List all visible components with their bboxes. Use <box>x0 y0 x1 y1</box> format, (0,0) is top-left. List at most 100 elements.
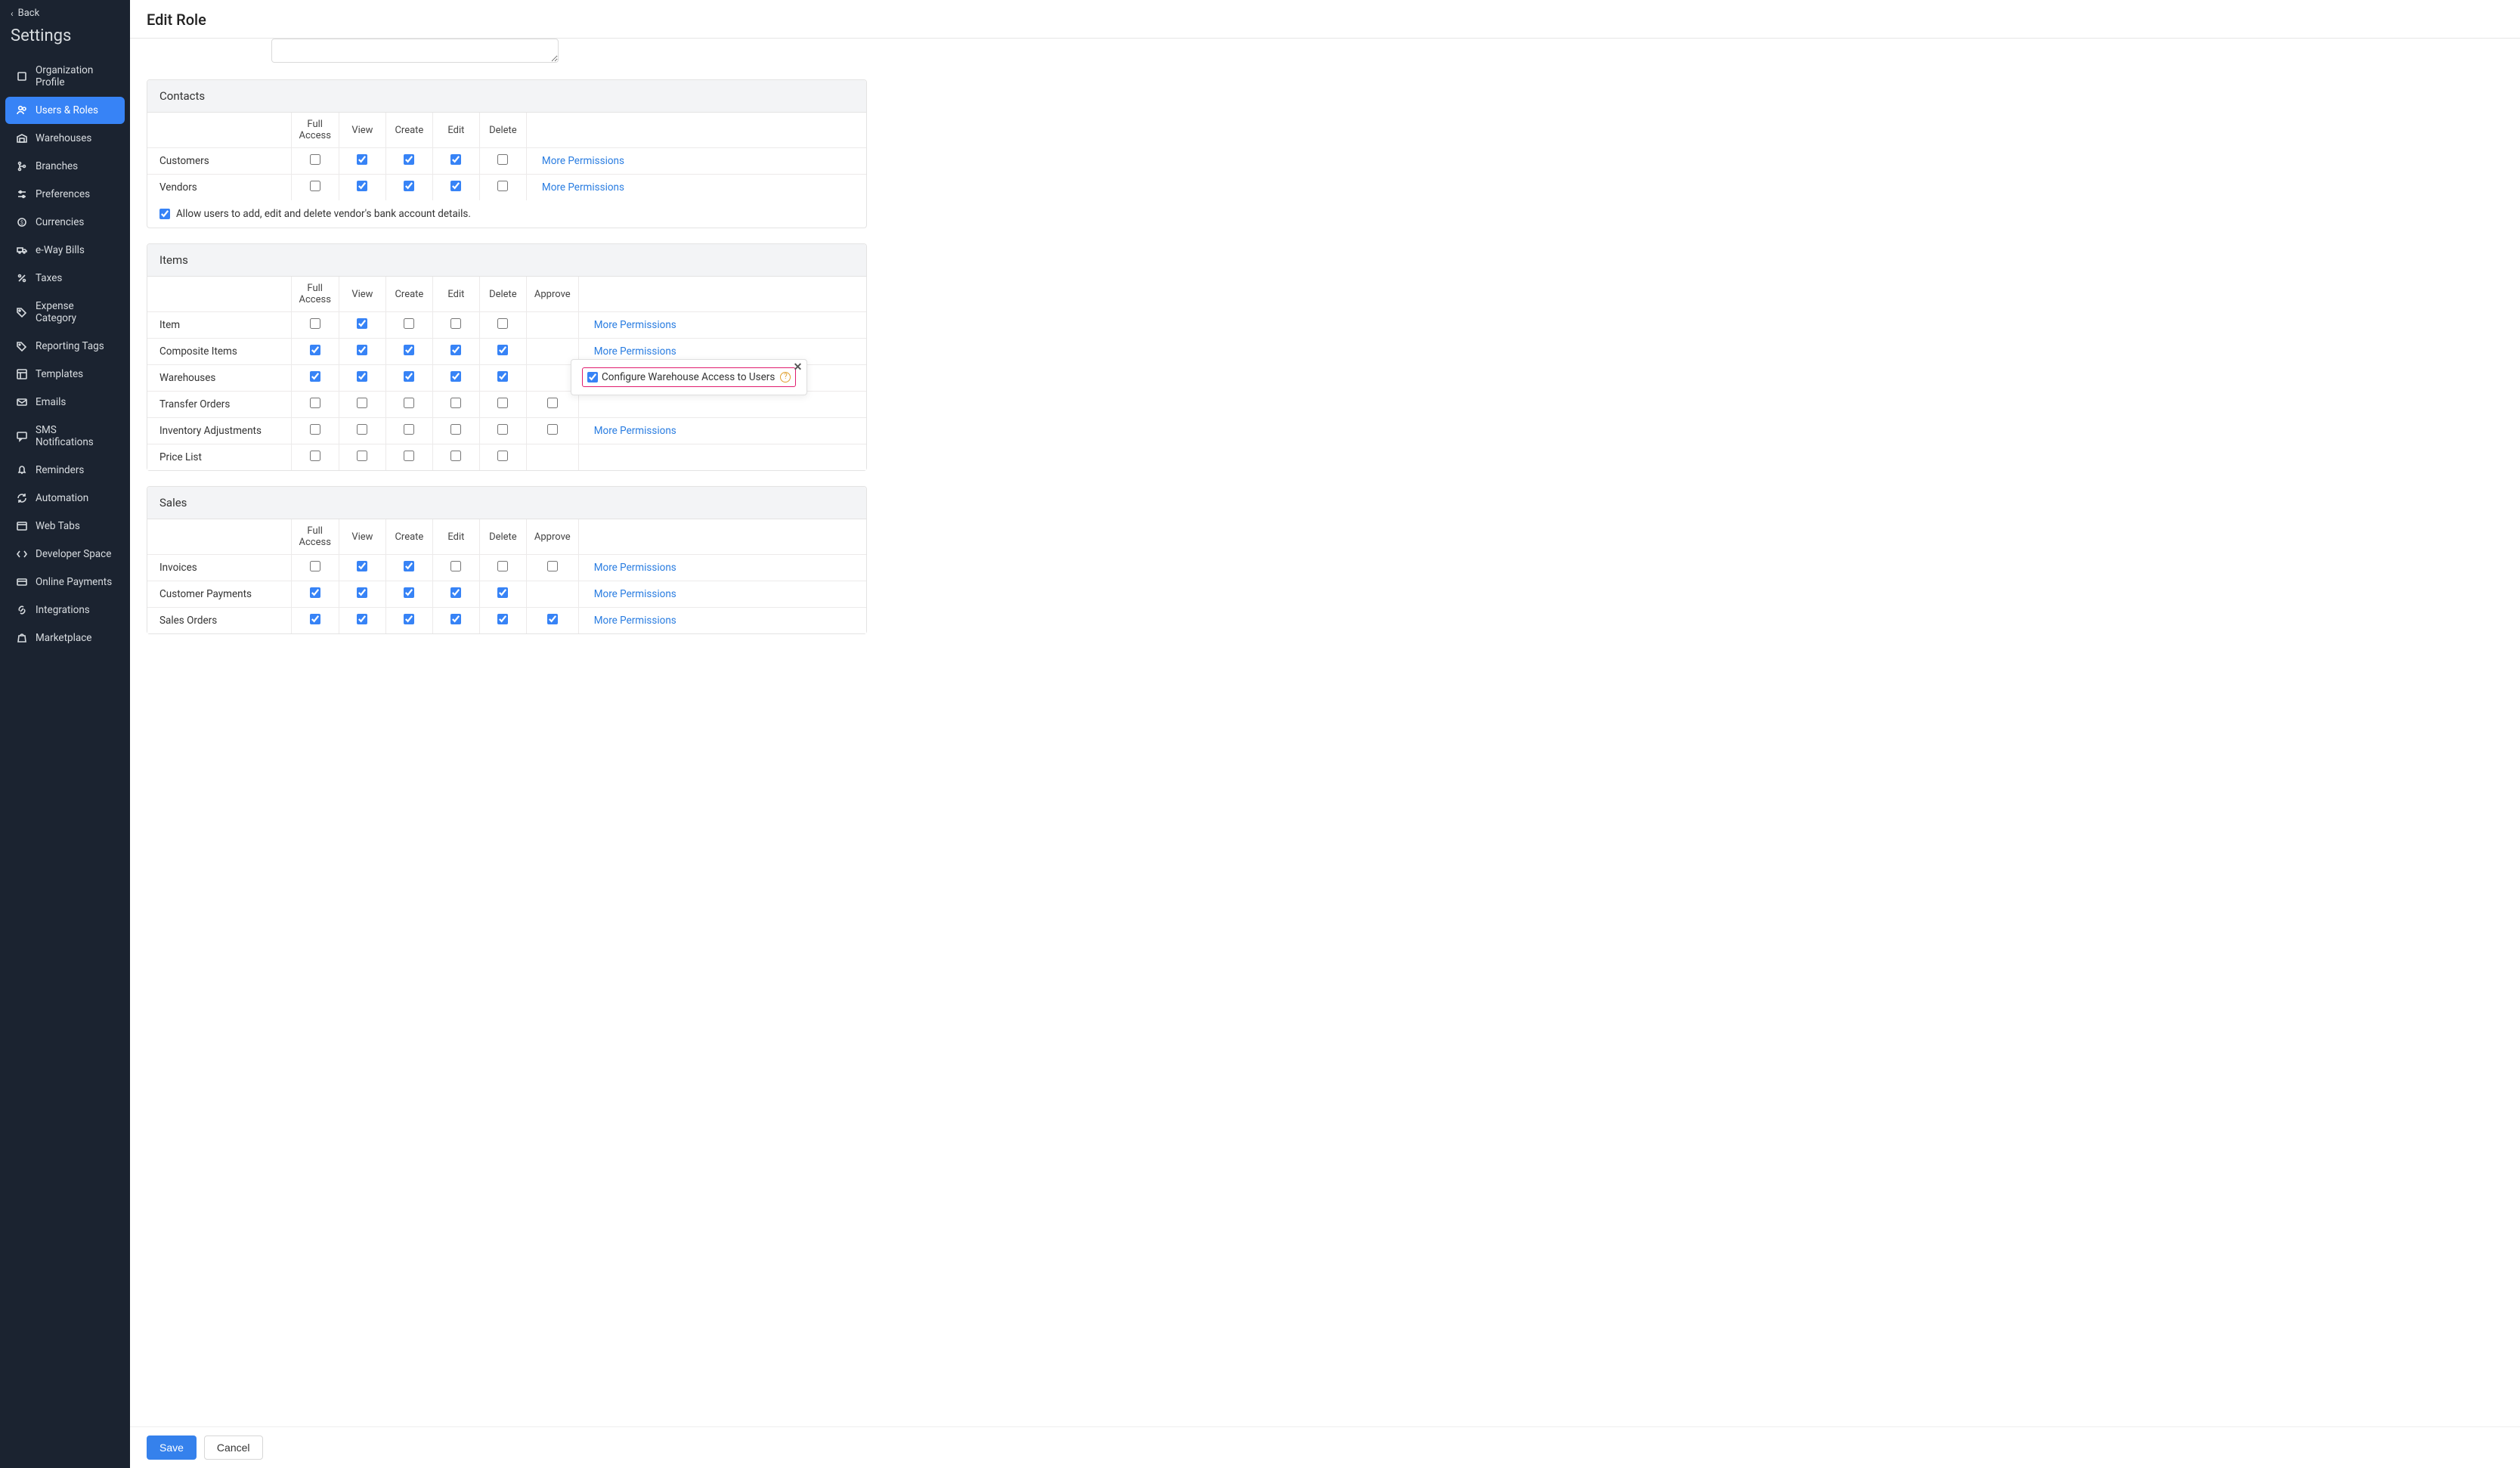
sidebar-item-online-payments[interactable]: Online Payments <box>5 568 125 596</box>
sidebar-item-integrations[interactable]: Integrations <box>5 596 125 624</box>
help-icon[interactable]: ? <box>780 372 791 382</box>
edit-checkbox[interactable] <box>450 424 461 435</box>
create-checkbox[interactable] <box>404 371 414 382</box>
full-checkbox[interactable] <box>310 561 320 571</box>
view-checkbox[interactable] <box>357 451 367 461</box>
create-checkbox[interactable] <box>404 561 414 571</box>
create-checkbox[interactable] <box>404 451 414 461</box>
view-checkbox[interactable] <box>357 371 367 382</box>
sidebar-item-web-tabs[interactable]: Web Tabs <box>5 513 125 540</box>
save-button[interactable]: Save <box>147 1435 197 1460</box>
full-checkbox[interactable] <box>310 154 320 165</box>
view-checkbox[interactable] <box>357 587 367 598</box>
more-permissions-link[interactable]: More Permissions <box>594 319 676 331</box>
delete-checkbox[interactable] <box>497 154 508 165</box>
full-checkbox[interactable] <box>310 345 320 355</box>
sidebar-item-preferences[interactable]: Preferences <box>5 181 125 208</box>
view-checkbox[interactable] <box>357 154 367 165</box>
view-checkbox[interactable] <box>357 345 367 355</box>
edit-checkbox[interactable] <box>450 318 461 329</box>
full-checkbox[interactable] <box>310 614 320 624</box>
delete-checkbox[interactable] <box>497 451 508 461</box>
view-checkbox[interactable] <box>357 424 367 435</box>
sidebar-item-eway-bills[interactable]: e-Way Bills <box>5 237 125 264</box>
sidebar-item-currencies[interactable]: $Currencies <box>5 209 125 236</box>
view-checkbox[interactable] <box>357 318 367 329</box>
approve-checkbox[interactable] <box>547 424 558 435</box>
close-icon[interactable]: ✕ <box>794 361 803 373</box>
full-checkbox[interactable] <box>310 587 320 598</box>
approve-checkbox[interactable] <box>547 561 558 571</box>
sidebar-item-organization-profile[interactable]: Organization Profile <box>5 57 125 96</box>
delete-checkbox[interactable] <box>497 424 508 435</box>
create-cell <box>385 555 432 581</box>
approve-checkbox[interactable] <box>547 614 558 624</box>
edit-checkbox[interactable] <box>450 371 461 382</box>
create-checkbox[interactable] <box>404 614 414 624</box>
more-permissions-link[interactable]: More Permissions <box>594 425 676 437</box>
more-permissions-link[interactable]: More Permissions <box>542 155 624 167</box>
delete-checkbox[interactable] <box>497 398 508 408</box>
create-checkbox[interactable] <box>404 424 414 435</box>
view-checkbox[interactable] <box>357 561 367 571</box>
create-checkbox[interactable] <box>404 181 414 191</box>
sidebar-item-reporting-tags[interactable]: Reporting Tags <box>5 333 125 360</box>
delete-checkbox[interactable] <box>497 614 508 624</box>
edit-checkbox[interactable] <box>450 587 461 598</box>
more-permissions-link[interactable]: More Permissions <box>594 588 676 600</box>
sidebar-item-templates[interactable]: Templates <box>5 361 125 388</box>
role-description-input[interactable] <box>271 39 559 63</box>
create-checkbox[interactable] <box>404 318 414 329</box>
delete-checkbox[interactable] <box>497 561 508 571</box>
approve-checkbox[interactable] <box>547 398 558 408</box>
sidebar-item-branches[interactable]: Branches <box>5 153 125 180</box>
edit-checkbox[interactable] <box>450 181 461 191</box>
delete-checkbox[interactable] <box>497 181 508 191</box>
full-checkbox[interactable] <box>310 424 320 435</box>
delete-checkbox[interactable] <box>497 587 508 598</box>
back-link[interactable]: ‹ Back <box>0 0 130 23</box>
sidebar-item-automation[interactable]: Automation <box>5 485 125 512</box>
full-checkbox[interactable] <box>310 371 320 382</box>
full-checkbox[interactable] <box>310 318 320 329</box>
create-checkbox[interactable] <box>404 345 414 355</box>
sidebar-item-reminders[interactable]: Reminders <box>5 457 125 484</box>
full-checkbox[interactable] <box>310 181 320 191</box>
cancel-button[interactable]: Cancel <box>204 1435 263 1460</box>
full-checkbox[interactable] <box>310 451 320 461</box>
sidebar-item-developer-space[interactable]: Developer Space <box>5 540 125 568</box>
more-permissions-link[interactable]: More Permissions <box>594 615 676 627</box>
edit-checkbox[interactable] <box>450 561 461 571</box>
delete-checkbox[interactable] <box>497 318 508 329</box>
create-checkbox[interactable] <box>404 154 414 165</box>
configure-warehouse-checkbox[interactable] <box>587 372 598 382</box>
sidebar-item-marketplace[interactable]: Marketplace <box>5 624 125 652</box>
vendor-bank-checkbox[interactable] <box>159 209 170 219</box>
create-checkbox[interactable] <box>404 398 414 408</box>
edit-checkbox[interactable] <box>450 398 461 408</box>
sidebar-item-users-roles[interactable]: Users & Roles <box>5 97 125 124</box>
more-permissions-link[interactable]: More Permissions <box>542 181 624 194</box>
more-permissions-link[interactable]: More Permissions <box>594 562 676 574</box>
view-checkbox[interactable] <box>357 614 367 624</box>
view-cell <box>339 392 385 418</box>
view-checkbox[interactable] <box>357 398 367 408</box>
edit-checkbox[interactable] <box>450 614 461 624</box>
full-checkbox[interactable] <box>310 398 320 408</box>
sidebar-item-taxes[interactable]: Taxes <box>5 265 125 292</box>
delete-checkbox[interactable] <box>497 345 508 355</box>
tags-icon <box>16 340 28 352</box>
edit-checkbox[interactable] <box>450 154 461 165</box>
sidebar-item-expense-category[interactable]: Expense Category <box>5 293 125 332</box>
edit-checkbox[interactable] <box>450 451 461 461</box>
more-permissions-link[interactable]: More Permissions <box>594 345 676 358</box>
edit-checkbox[interactable] <box>450 345 461 355</box>
delete-cell <box>479 312 526 339</box>
sidebar-item-sms-notifications[interactable]: SMS Notifications <box>5 417 125 456</box>
row-label: Invoices <box>147 555 291 581</box>
sidebar-item-emails[interactable]: Emails <box>5 389 125 416</box>
sidebar-item-warehouses[interactable]: Warehouses <box>5 125 125 152</box>
view-checkbox[interactable] <box>357 181 367 191</box>
delete-checkbox[interactable] <box>497 371 508 382</box>
create-checkbox[interactable] <box>404 587 414 598</box>
